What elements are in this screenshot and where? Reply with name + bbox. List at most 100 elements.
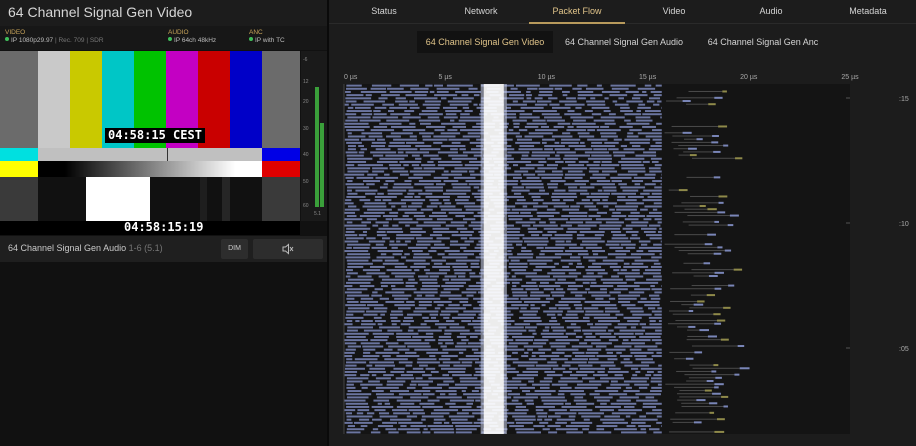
trailing-line: [676, 97, 715, 99]
packet-run: [596, 180, 611, 183]
packet-run: [593, 119, 615, 122]
packet-run: [645, 332, 662, 335]
packet-run: [549, 320, 558, 323]
packet-run: [576, 265, 585, 268]
packet-run: [651, 160, 659, 163]
packet-run: [418, 192, 433, 195]
packet-run: [345, 119, 358, 122]
video-range: SDR: [89, 37, 104, 44]
late-packet: [713, 176, 721, 179]
trailing-line: [665, 383, 715, 385]
packet-run: [627, 170, 646, 173]
mute-button[interactable]: [253, 239, 323, 259]
packet-run: [652, 409, 662, 412]
packet-run: [605, 243, 620, 246]
packet-run: [523, 320, 542, 323]
subtab-video-stream[interactable]: 64 Channel Signal Gen Video: [417, 31, 553, 53]
packet-run: [661, 425, 662, 428]
packet-run: [383, 183, 389, 186]
packet-run: [448, 253, 475, 256]
tab-network[interactable]: Network: [439, 0, 523, 24]
packet-run: [363, 313, 378, 316]
late-packet: [728, 284, 735, 287]
late-packet: [693, 303, 704, 306]
dim-button[interactable]: DIM: [221, 239, 248, 259]
packet-run: [614, 103, 629, 106]
packet-run: [572, 351, 585, 354]
packet-run: [620, 186, 646, 189]
packet-run: [535, 129, 558, 132]
packet-run: [451, 141, 461, 144]
video-preview[interactable]: 04:58:15 CEST 04:58:15:19: [0, 51, 300, 235]
packet-run: [387, 380, 406, 383]
tab-packet-flow[interactable]: Packet Flow: [529, 0, 625, 24]
packet-run: [537, 173, 564, 176]
packet-run: [579, 186, 595, 189]
packet-run: [538, 94, 553, 97]
tab-status[interactable]: Status: [329, 0, 439, 24]
packet-run: [551, 383, 568, 386]
packet-run: [451, 234, 473, 237]
packet-run: [577, 94, 603, 97]
packet-run: [596, 428, 605, 431]
packet-run: [414, 195, 421, 198]
packet-run: [379, 157, 405, 160]
packet-run: [596, 129, 621, 132]
yellow-strip: [0, 161, 38, 177]
packet-run: [346, 246, 352, 249]
packet-run: [366, 183, 375, 186]
packet-run: [385, 428, 397, 431]
packet-run: [389, 141, 405, 144]
packet-run: [414, 90, 429, 93]
packet-run: [370, 339, 388, 342]
packet-run: [643, 218, 652, 221]
packet-run: [372, 116, 399, 119]
packet-run: [657, 383, 662, 386]
packet-run: [658, 364, 662, 367]
trailing-line: [686, 380, 707, 382]
packet-run: [434, 84, 444, 87]
packet-run: [573, 304, 583, 307]
packet-run: [554, 281, 576, 284]
tab-audio[interactable]: Audio: [729, 0, 813, 24]
packet-run: [658, 320, 662, 323]
timecode-burnin: 04:58:15:19: [124, 220, 204, 234]
packet-run: [344, 399, 366, 402]
packet-run: [390, 113, 411, 116]
packet-run: [394, 265, 408, 268]
packet-run: [388, 345, 406, 348]
packet-run: [443, 170, 449, 173]
packet-run: [638, 103, 646, 106]
trailing-line: [681, 304, 694, 306]
packet-run: [639, 323, 647, 326]
tab-video[interactable]: Video: [629, 0, 719, 24]
packet-run: [395, 100, 408, 103]
packet-run: [567, 288, 578, 291]
packet-run: [344, 122, 369, 125]
packet-run: [380, 281, 404, 284]
packet-run: [625, 278, 636, 281]
packet-run: [615, 256, 641, 259]
packet-run: [344, 421, 353, 424]
trailing-line: [690, 195, 719, 197]
packet-run: [540, 396, 565, 399]
packet-run: [588, 170, 599, 173]
packet-run: [409, 122, 416, 125]
packet-run: [650, 390, 662, 393]
subtab-audio-stream[interactable]: 64 Channel Signal Gen Audio: [553, 31, 695, 53]
packet-run: [390, 285, 396, 288]
trailing-line: [672, 135, 713, 137]
late-packet: [723, 144, 729, 147]
packet-run: [511, 281, 520, 284]
packet-run: [636, 250, 644, 253]
packet-run: [369, 265, 385, 268]
late-packet: [688, 147, 697, 150]
packet-run: [562, 94, 568, 97]
subtab-anc-stream[interactable]: 64 Channel Signal Gen Anc: [695, 31, 831, 53]
packet-run: [539, 189, 545, 192]
packet-run: [599, 335, 616, 338]
packet-run: [512, 415, 536, 418]
packet-run: [511, 208, 538, 211]
tab-metadata[interactable]: Metadata: [829, 0, 907, 24]
packet-run: [587, 138, 608, 141]
